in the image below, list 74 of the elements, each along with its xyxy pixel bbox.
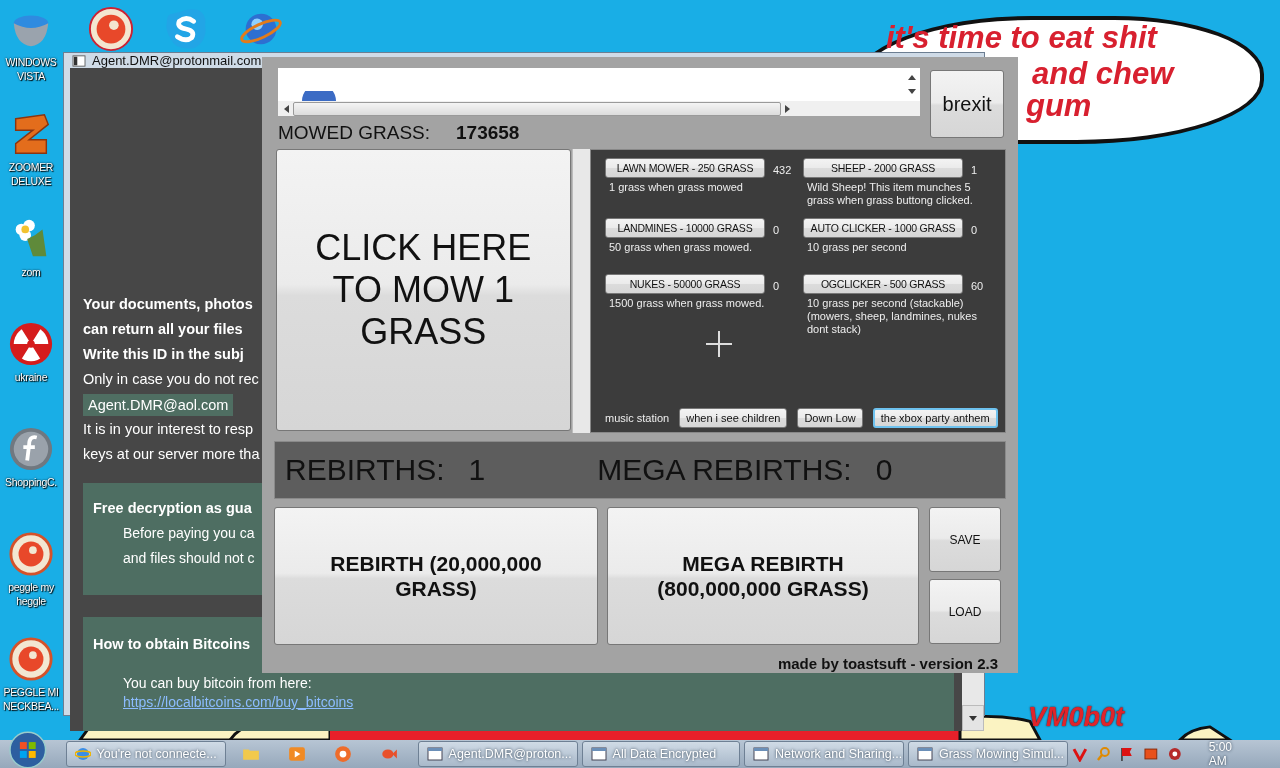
crosshair-cursor-icon bbox=[706, 331, 732, 357]
checkmark-icon[interactable] bbox=[1072, 746, 1088, 762]
bubble-text: and chew bbox=[1032, 58, 1176, 90]
buy-button[interactable]: SHEEP - 2000 GRASS bbox=[803, 158, 963, 178]
item-count: 60 bbox=[971, 280, 984, 292]
brexit-button[interactable]: brexit bbox=[930, 70, 1004, 138]
station-button[interactable]: the xbox party anthem bbox=[872, 408, 998, 428]
scroll-down-button[interactable] bbox=[962, 705, 984, 731]
rebirth-label: REBIRTHS: bbox=[285, 453, 445, 487]
mowed-count: 173658 bbox=[456, 122, 520, 144]
mega-rebirth-count: 0 bbox=[875, 453, 893, 487]
browser-icon bbox=[74, 746, 91, 762]
load-button[interactable]: LOAD bbox=[929, 579, 1001, 644]
disc-icon[interactable] bbox=[8, 426, 54, 472]
window-icon bbox=[917, 746, 933, 762]
section-heading: Free decryption as gua bbox=[93, 499, 252, 518]
scroll-left-icon[interactable] bbox=[284, 104, 289, 113]
credit-text: made by toastsuft - version 2.3 bbox=[777, 655, 998, 672]
window-icon bbox=[72, 54, 86, 67]
mow-button[interactable]: CLICK HERE TO MOW 1 GRASS bbox=[276, 149, 571, 431]
scroll-up-icon[interactable] bbox=[907, 74, 916, 80]
bubble-text: it's time to eat shit bbox=[886, 22, 1159, 54]
item-description: 1 grass when grass mowed bbox=[608, 180, 744, 194]
app-icon[interactable] bbox=[333, 745, 352, 763]
message-text: It is in your interest to resp bbox=[83, 420, 254, 439]
square-icon[interactable] bbox=[1143, 746, 1159, 762]
scroll-down-icon[interactable] bbox=[907, 89, 916, 95]
bubble-text: gum bbox=[1026, 90, 1093, 122]
scrollbar[interactable] bbox=[278, 101, 920, 116]
message-text: can return all your files bbox=[83, 320, 243, 339]
item-count: 0 bbox=[773, 224, 780, 236]
mega-rebirth-label: MEGA REBIRTHS: bbox=[597, 453, 852, 487]
message-text: Only in case you do not rec bbox=[83, 370, 259, 389]
music-label: music station bbox=[605, 412, 670, 424]
window-title: Agent.DMR@protonmail.com bbox=[92, 53, 262, 68]
item-description: 10 grass per second bbox=[806, 240, 908, 254]
buy-button[interactable]: OGCLICKER - 500 GRASS bbox=[803, 274, 963, 294]
section-text: Before paying you ca bbox=[122, 524, 255, 543]
item-count: 0 bbox=[773, 280, 780, 292]
save-button[interactable]: SAVE bbox=[929, 507, 1001, 572]
item-count: 432 bbox=[773, 164, 792, 176]
buy-button[interactable]: NUKES - 50000 GRASS bbox=[605, 274, 765, 294]
email-address: Agent.DMR@aol.com bbox=[83, 394, 234, 416]
buy-button[interactable]: AUTO CLICKER - 1000 GRASS bbox=[803, 218, 963, 238]
window-icon bbox=[590, 746, 607, 762]
buy-button[interactable]: LANDMINES - 10000 GRASS bbox=[605, 218, 765, 238]
section-heading: How to obtain Bitcoins bbox=[93, 635, 251, 654]
item-description: Wild Sheep! This item munches 5 grass when grass buttong clicked. bbox=[806, 180, 974, 207]
mowed-label: MOWED GRASS: bbox=[278, 122, 430, 144]
scroll-right-icon[interactable] bbox=[785, 104, 790, 113]
message-text: Write this ID in the subj bbox=[83, 345, 244, 364]
mega-rebirth-button[interactable]: MEGA REBIRTH (800,000,000 GRASS) bbox=[607, 507, 919, 645]
media-player-icon[interactable] bbox=[287, 745, 306, 763]
wallpaper-text: VM0b0t bbox=[1028, 702, 1125, 733]
item-description: 1500 grass when grass mowed. bbox=[608, 296, 766, 310]
item-description: 50 grass when grass mowed. bbox=[608, 240, 754, 254]
message-text: Your documents, photos bbox=[83, 295, 253, 314]
item-count: 0 bbox=[971, 224, 978, 236]
buy-button[interactable]: LAWN MOWER - 250 GRASS bbox=[605, 158, 765, 178]
start-button[interactable] bbox=[8, 730, 48, 768]
window-icon bbox=[753, 746, 769, 762]
window-icon bbox=[426, 746, 443, 762]
scroll-thumb[interactable] bbox=[293, 101, 781, 116]
item-description: 10 grass per second (stackable) (mowers, sheep, landmines, nukes dont stack) bbox=[806, 296, 978, 336]
item-count: 1 bbox=[971, 164, 978, 176]
rebirth-button[interactable]: REBIRTH (20,000,000 GRASS) bbox=[274, 507, 598, 645]
station-button[interactable]: Down Low bbox=[797, 408, 863, 428]
radiation-icon[interactable] bbox=[8, 321, 54, 367]
rebirth-count: 1 bbox=[468, 453, 486, 487]
message-text: keys at our server more tha bbox=[83, 445, 260, 464]
station-button[interactable]: when i see children bbox=[679, 408, 788, 428]
section-text: You can buy bitcoin from here: bbox=[122, 674, 312, 693]
scrollbar[interactable] bbox=[571, 149, 590, 433]
section-text: and files should not c bbox=[122, 549, 255, 568]
